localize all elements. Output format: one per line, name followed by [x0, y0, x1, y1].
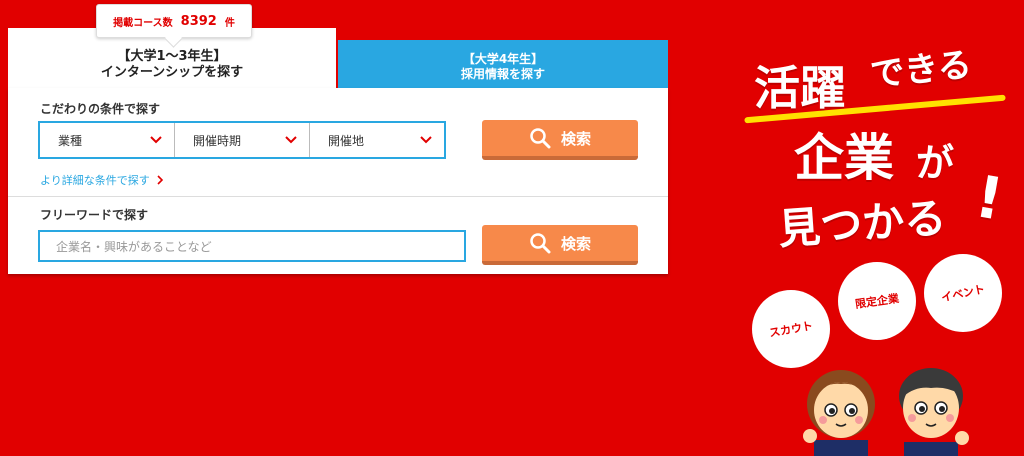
promo-katsuyaku: 活躍	[754, 61, 846, 115]
freeword-search-button[interactable]: 検索	[482, 225, 638, 265]
scout-label: スカウト	[768, 319, 814, 340]
tab-recruitment-line1: 【大学4年生】	[462, 52, 544, 66]
promo-exclamation: !	[970, 162, 1009, 234]
count-unit: 件	[224, 17, 235, 29]
conditions-title: こだわりの条件で探す	[40, 102, 161, 116]
tab-recruitment[interactable]: 【大学4年生】 採用情報を探す	[338, 40, 668, 90]
period-select[interactable]: 開催時期	[175, 123, 310, 157]
chevron-down-icon	[285, 136, 297, 144]
male-student-illustration	[899, 368, 969, 456]
conditions-search-label: 検索	[560, 129, 591, 148]
freeword-search-label: 検索	[560, 234, 591, 253]
conditions-search-button[interactable]: 検索	[482, 120, 638, 160]
count-number: 8392	[180, 13, 217, 29]
chevron-right-icon	[157, 175, 163, 185]
course-count-badge: 掲載コース数 8392 件	[96, 4, 252, 38]
location-select[interactable]: 開催地	[310, 123, 444, 157]
freeword-title: フリーワードで探す	[40, 208, 149, 222]
tab-internship-line1: 【大学1～3年生】	[117, 49, 227, 64]
limited-company-badge: 限定企業	[838, 262, 916, 340]
promo-kigyou: 企業	[794, 129, 894, 187]
limited-company-label: 限定企業	[854, 291, 900, 311]
search-card: 掲載コース数 8392 件 【大学1～3年生】 インターンシップを探す 【大学4…	[8, 4, 668, 274]
count-label: 掲載コース数	[113, 17, 173, 29]
industry-select[interactable]: 業種	[40, 123, 175, 157]
advanced-search-label: より詳細な条件で探す	[40, 174, 150, 187]
industry-select-label: 業種	[58, 133, 83, 148]
chevron-down-icon	[420, 136, 432, 144]
period-select-label: 開催時期	[193, 133, 242, 148]
scout-badge: スカウト	[752, 290, 830, 368]
female-student-illustration	[803, 370, 875, 456]
promo-area: 活躍 できる 企業 が 見つかる ! スカウト 限定企業 イベント	[720, 0, 1024, 456]
event-badge: イベント	[924, 254, 1002, 332]
condition-selects: 業種 開催時期 開催地	[38, 121, 446, 159]
freeword-input[interactable]: 企業名・興味があることなど	[38, 230, 466, 262]
divider	[8, 196, 668, 197]
event-label: イベント	[940, 282, 986, 305]
search-icon	[530, 233, 551, 254]
promo-dekiru: できる	[868, 44, 974, 96]
search-panel: こだわりの条件で探す 業種 開催時期 開催地 検索 より詳細な条件で探す フリー…	[8, 88, 668, 274]
location-select-label: 開催地	[328, 133, 365, 148]
promo-mitsukaru: 見つかる	[776, 193, 948, 254]
chevron-down-icon	[150, 136, 162, 144]
search-icon	[530, 128, 551, 149]
advanced-search-link[interactable]: より詳細な条件で探す	[40, 172, 164, 188]
promo-ga: が	[916, 141, 955, 185]
tab-internship-line2: インターンシップを探す	[100, 65, 244, 80]
tab-recruitment-line2: 採用情報を探す	[460, 67, 545, 81]
